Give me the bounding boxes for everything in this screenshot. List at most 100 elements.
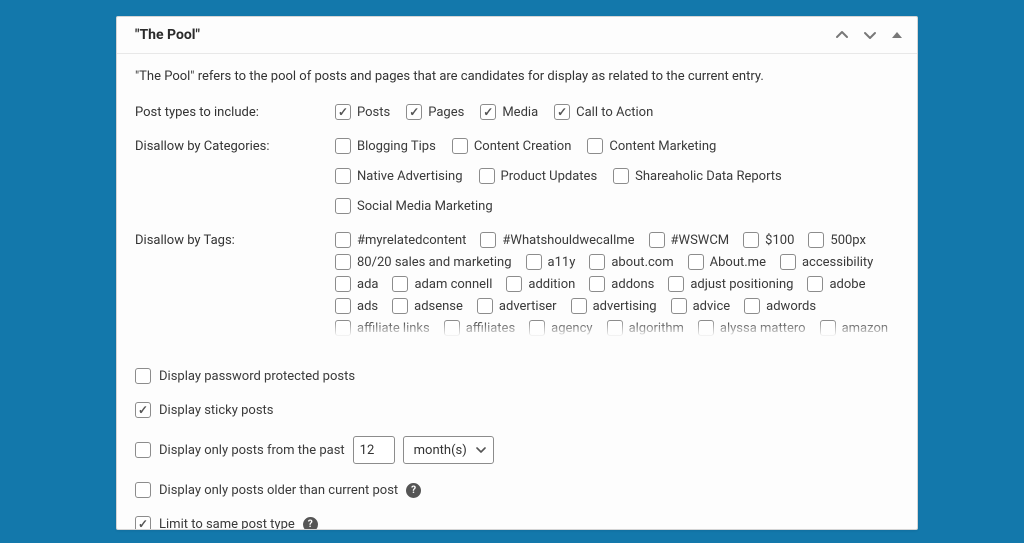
move-down-icon[interactable] — [863, 28, 877, 42]
checkbox[interactable] — [335, 232, 351, 248]
tag-item[interactable]: agency — [529, 320, 592, 336]
post-type-item[interactable]: Call to Action — [554, 104, 653, 120]
tag-item[interactable]: 500px — [808, 232, 866, 248]
category-item[interactable]: Product Updates — [479, 168, 598, 184]
tag-item[interactable]: affiliate links — [335, 320, 430, 336]
tag-item[interactable]: adam connell — [392, 276, 492, 292]
tag-item[interactable]: About.me — [688, 254, 766, 270]
checkbox[interactable] — [335, 254, 351, 270]
checkbox[interactable] — [135, 402, 151, 418]
checkbox[interactable] — [335, 168, 351, 184]
checkbox[interactable] — [335, 138, 351, 154]
tag-item[interactable]: a11y — [526, 254, 576, 270]
checkbox[interactable] — [406, 104, 422, 120]
tag-item[interactable]: accessibility — [780, 254, 873, 270]
checkbox-label: adsense — [414, 300, 463, 313]
checkbox[interactable] — [589, 254, 605, 270]
checkbox[interactable] — [688, 254, 704, 270]
checkbox[interactable] — [668, 276, 684, 292]
past-number-input[interactable] — [353, 436, 395, 464]
move-up-icon[interactable] — [835, 28, 849, 42]
checkbox[interactable] — [808, 232, 824, 248]
checkbox-label: #myrelatedcontent — [357, 234, 466, 247]
row-label: Disallow by Tags: — [135, 232, 335, 248]
tag-item[interactable]: #myrelatedcontent — [335, 232, 466, 248]
tag-item[interactable]: adsense — [392, 298, 463, 314]
category-item[interactable]: Shareaholic Data Reports — [613, 168, 782, 184]
tag-item[interactable]: addition — [506, 276, 575, 292]
checkbox[interactable] — [135, 368, 151, 384]
checkbox[interactable] — [613, 168, 629, 184]
checkbox[interactable] — [479, 168, 495, 184]
checkbox[interactable] — [554, 104, 570, 120]
tag-item[interactable]: algorithm — [607, 320, 684, 336]
option-label: Display only posts older than current po… — [159, 483, 398, 498]
checkbox[interactable] — [452, 138, 468, 154]
checkbox[interactable] — [589, 276, 605, 292]
checkbox[interactable] — [335, 104, 351, 120]
opt-older-than-current[interactable]: Display only posts older than current po… — [135, 473, 899, 507]
tag-item[interactable]: advertiser — [477, 298, 557, 314]
checkbox[interactable] — [480, 104, 496, 120]
checkbox[interactable] — [526, 254, 542, 270]
checkbox[interactable] — [135, 516, 151, 530]
tag-item[interactable]: about.com — [589, 254, 673, 270]
checkbox[interactable] — [135, 442, 151, 458]
checkbox[interactable] — [477, 298, 493, 314]
tag-item[interactable]: #Whatshouldwecallme — [480, 232, 634, 248]
tag-item[interactable]: adobe — [807, 276, 865, 292]
tag-item[interactable]: adjust positioning — [668, 276, 793, 292]
checkbox[interactable] — [392, 298, 408, 314]
tag-item[interactable]: ads — [335, 298, 378, 314]
checkbox[interactable] — [506, 276, 522, 292]
past-unit-select[interactable]: month(s) — [403, 436, 494, 464]
checkbox[interactable] — [529, 320, 545, 336]
checkbox[interactable] — [335, 198, 351, 214]
tag-item[interactable]: amazon — [820, 320, 888, 336]
checkbox[interactable] — [743, 232, 759, 248]
checkbox[interactable] — [820, 320, 836, 336]
checkbox[interactable] — [335, 276, 351, 292]
checkbox[interactable] — [607, 320, 623, 336]
help-icon[interactable]: ? — [303, 517, 318, 530]
tag-item[interactable]: advertising — [571, 298, 657, 314]
checkbox[interactable] — [587, 138, 603, 154]
opt-sticky-posts[interactable]: Display sticky posts — [135, 393, 899, 427]
checkbox[interactable] — [671, 298, 687, 314]
checkbox[interactable] — [780, 254, 796, 270]
row-disallow-tags: Disallow by Tags: #myrelatedcontent #What… — [135, 232, 899, 337]
opt-limit-same-type[interactable]: Limit to same post type ? — [135, 507, 899, 530]
tag-item[interactable]: alyssa mattero — [698, 320, 806, 336]
tag-item[interactable]: adwords — [744, 298, 816, 314]
category-item[interactable]: Blogging Tips — [335, 138, 436, 154]
tag-item[interactable]: #WSWCM — [649, 232, 730, 248]
checkbox[interactable] — [698, 320, 714, 336]
post-type-item[interactable]: Media — [480, 104, 538, 120]
tag-item[interactable]: affiliates — [444, 320, 515, 336]
category-item[interactable]: Content Marketing — [587, 138, 716, 154]
tag-item[interactable]: ada — [335, 276, 378, 292]
category-item[interactable]: Native Advertising — [335, 168, 463, 184]
checkbox[interactable] — [807, 276, 823, 292]
checkbox[interactable] — [444, 320, 460, 336]
checkbox[interactable] — [649, 232, 665, 248]
checkbox[interactable] — [335, 298, 351, 314]
help-icon[interactable]: ? — [406, 483, 421, 498]
collapse-icon[interactable] — [891, 29, 903, 41]
checkbox[interactable] — [335, 320, 351, 336]
post-type-item[interactable]: Pages — [406, 104, 464, 120]
tag-item[interactable]: addons — [589, 276, 654, 292]
checkbox[interactable] — [744, 298, 760, 314]
tag-item[interactable]: $100 — [743, 232, 794, 248]
checkbox[interactable] — [571, 298, 587, 314]
panel-intro: "The Pool" refers to the pool of posts a… — [135, 68, 899, 86]
checkbox[interactable] — [392, 276, 408, 292]
category-item[interactable]: Content Creation — [452, 138, 572, 154]
checkbox[interactable] — [480, 232, 496, 248]
tag-item[interactable]: advice — [671, 298, 731, 314]
opt-password-protected[interactable]: Display password protected posts — [135, 359, 899, 393]
tag-item[interactable]: 80/20 sales and marketing — [335, 254, 512, 270]
category-item[interactable]: Social Media Marketing — [335, 198, 493, 214]
checkbox[interactable] — [135, 482, 151, 498]
post-type-item[interactable]: Posts — [335, 104, 390, 120]
